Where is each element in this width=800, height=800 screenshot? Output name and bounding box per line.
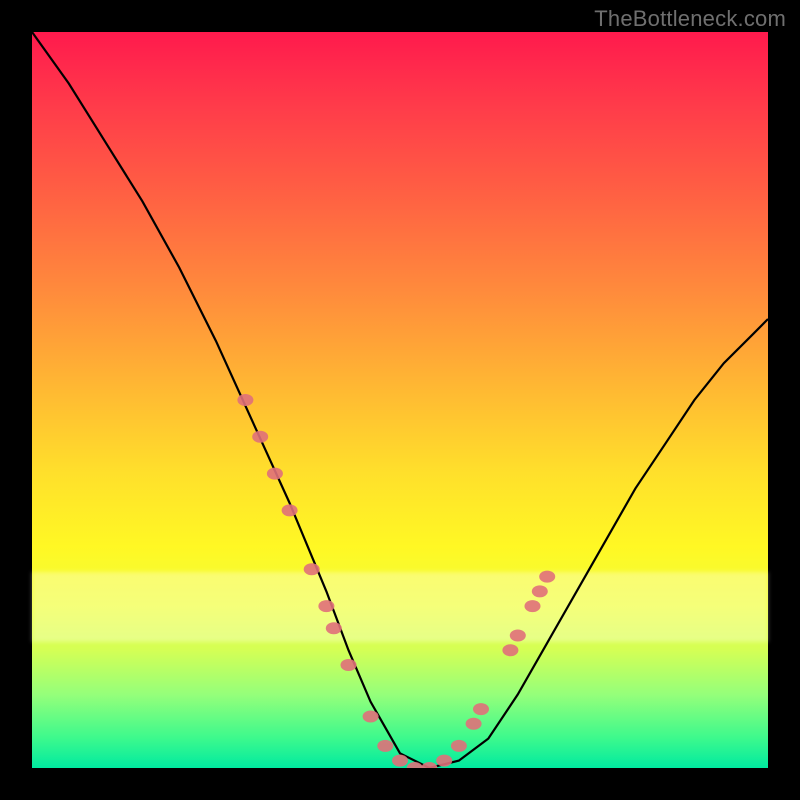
data-marker <box>304 563 320 575</box>
watermark-text: TheBottleneck.com <box>594 6 786 32</box>
chart-svg <box>32 32 768 768</box>
data-marker <box>466 718 482 730</box>
bottleneck-curve <box>32 32 768 768</box>
data-marker <box>282 504 298 516</box>
data-marker <box>392 755 408 767</box>
data-marker <box>326 622 342 634</box>
data-marker <box>421 762 437 768</box>
data-marker <box>252 431 268 443</box>
data-marker <box>539 571 555 583</box>
data-marker <box>267 468 283 480</box>
data-marker <box>318 600 334 612</box>
data-marker <box>237 394 253 406</box>
data-marker <box>473 703 489 715</box>
data-marker <box>502 644 518 656</box>
data-marker <box>451 740 467 752</box>
curve-markers <box>237 394 555 768</box>
data-marker <box>525 600 541 612</box>
curve-line <box>32 32 768 768</box>
data-marker <box>363 711 379 723</box>
data-marker <box>532 585 548 597</box>
data-marker <box>341 659 357 671</box>
data-marker <box>510 630 526 642</box>
data-marker <box>436 755 452 767</box>
data-marker <box>377 740 393 752</box>
chart-plot-area <box>32 32 768 768</box>
